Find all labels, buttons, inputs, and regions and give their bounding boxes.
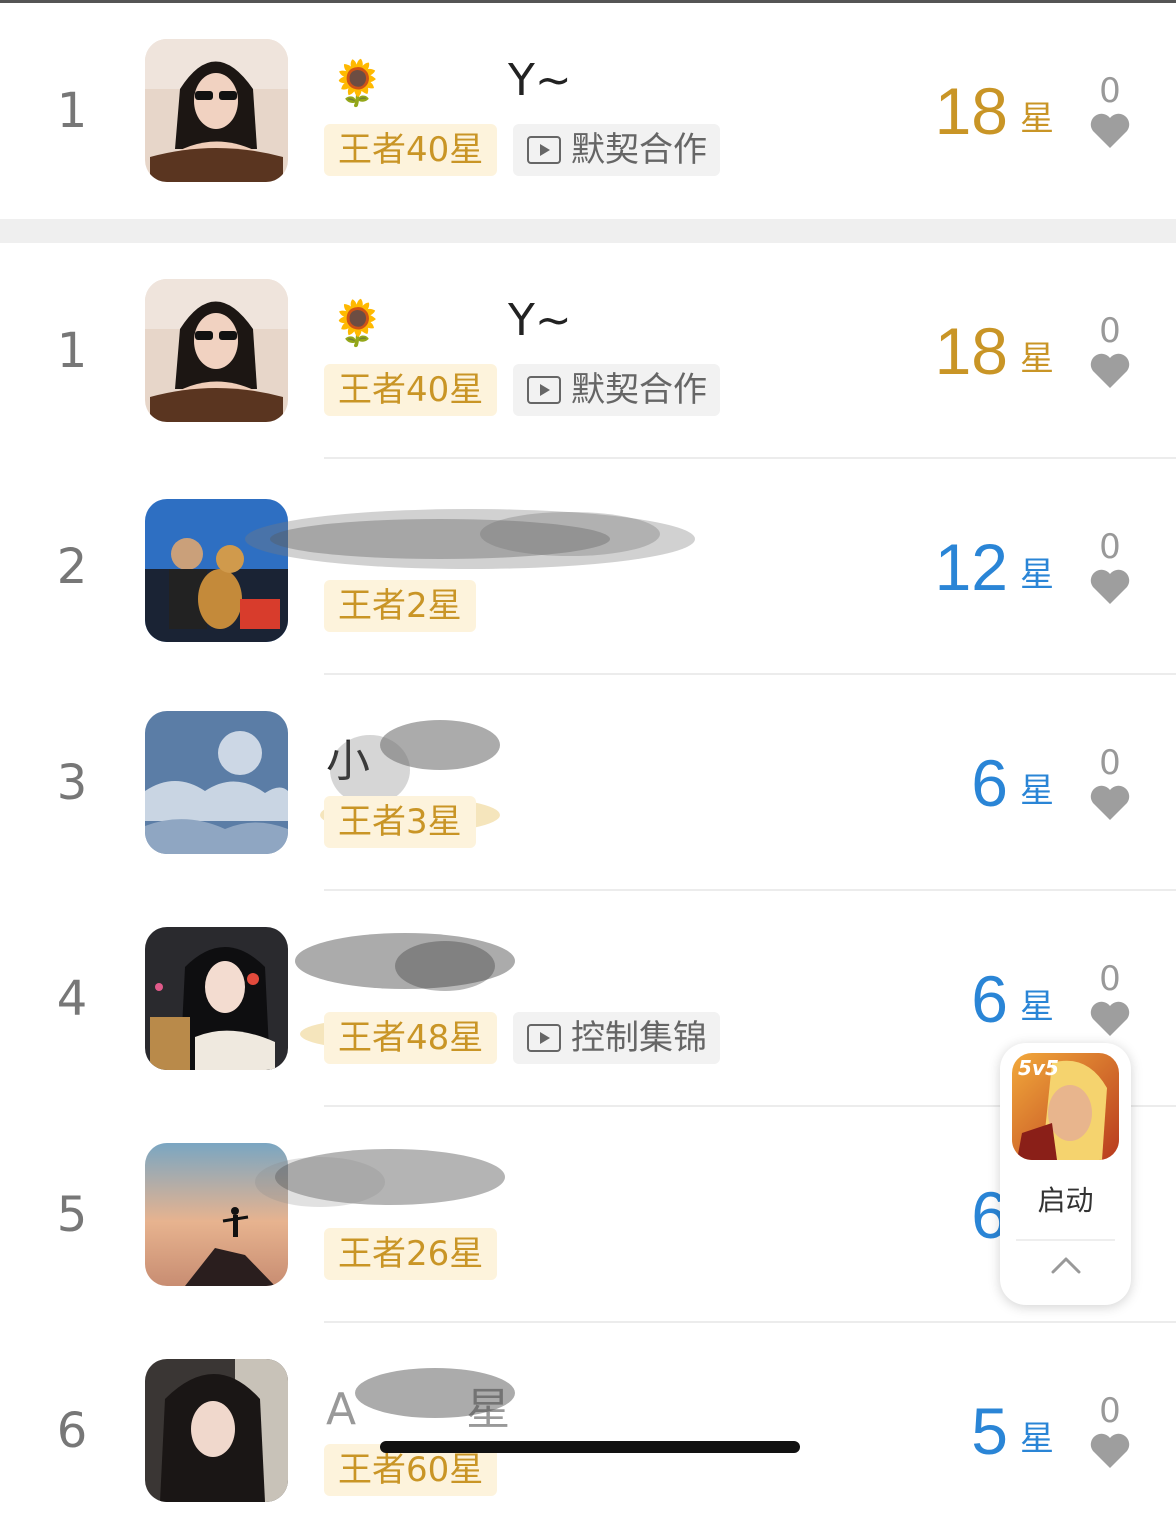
heart-icon[interactable] <box>1089 353 1131 389</box>
player-name: Y~ <box>508 295 572 346</box>
highlight-tag-label: 默契合作 <box>571 370 707 410</box>
star-score: 18 星 <box>935 313 1054 389</box>
rank-number: 5 <box>56 1187 88 1243</box>
rank-row[interactable]: 3 小 王者3星 6星 0 <box>0 675 1176 891</box>
like-count: 0 <box>1099 743 1121 783</box>
star-count: 18 <box>934 74 1008 148</box>
chevron-up-icon[interactable] <box>1050 1255 1082 1275</box>
video-play-icon <box>527 136 561 164</box>
rank-number: 4 <box>56 971 88 1027</box>
star-unit: 星 <box>1020 1419 1054 1459</box>
avatar[interactable] <box>145 499 288 642</box>
video-play-icon <box>527 1024 561 1052</box>
star-count: 6 <box>971 746 1008 820</box>
star-unit: 星 <box>1020 339 1054 379</box>
rank-number: 1 <box>56 323 88 379</box>
tier-badge: 王者40星 <box>324 364 498 416</box>
highlight-tag-label: 控制集锦 <box>571 1018 707 1058</box>
heart-icon[interactable] <box>1089 569 1131 605</box>
widget-divider <box>1016 1239 1115 1241</box>
star-score: 12 星 <box>935 529 1054 605</box>
tier-badge: 王者2星 <box>324 580 476 632</box>
star-count: 12 <box>934 530 1008 604</box>
rank-row[interactable]: 6 A星 王者60星 5星 0 <box>0 1323 1176 1539</box>
like-count: 0 <box>1099 527 1121 567</box>
star-count: 6 <box>971 962 1008 1036</box>
heart-icon[interactable] <box>1089 785 1131 821</box>
highlight-tag[interactable]: 控制集锦 <box>513 1012 720 1064</box>
like-control[interactable]: 0 <box>1082 311 1138 389</box>
like-count: 0 <box>1099 1391 1121 1431</box>
player-name: A星 <box>326 1384 511 1435</box>
star-unit: 星 <box>1020 555 1054 595</box>
like-control[interactable]: 0 <box>1082 743 1138 821</box>
star-score: 5星 <box>971 1393 1054 1469</box>
rank-row[interactable]: 2 王者2星 12 星 0 <box>0 459 1176 675</box>
game-launch-widget[interactable]: 5v5 启动 <box>1000 1043 1131 1305</box>
highlight-tag[interactable]: 默契合作 <box>513 124 720 176</box>
home-indicator[interactable] <box>380 1441 800 1453</box>
game-icon-badge: 5v5 <box>1018 1056 1059 1080</box>
star-unit: 星 <box>1020 99 1054 139</box>
section-gap <box>0 219 1176 243</box>
star-unit: 星 <box>1020 987 1054 1027</box>
heart-icon[interactable] <box>1089 113 1131 149</box>
star-count: 18 <box>934 314 1008 388</box>
avatar[interactable] <box>145 39 288 182</box>
redaction-smudge <box>255 1149 505 1207</box>
heart-icon[interactable] <box>1089 1433 1131 1469</box>
avatar[interactable] <box>145 1143 288 1286</box>
video-play-icon <box>527 376 561 404</box>
rank-row[interactable]: 1 🌻 Y~ 王者40星 默契合作 18 星 0 <box>0 243 1176 459</box>
tier-badge: 王者48星 <box>324 1012 498 1064</box>
like-control[interactable]: 0 <box>1082 959 1138 1037</box>
star-score: 18 星 <box>935 73 1054 149</box>
star-score: 6星 <box>971 745 1054 821</box>
rank-number: 2 <box>56 539 88 595</box>
like-control[interactable]: 0 <box>1082 1391 1138 1469</box>
tier-badge: 王者26星 <box>324 1228 498 1280</box>
heart-icon[interactable] <box>1089 1001 1131 1037</box>
highlight-tag[interactable]: 默契合作 <box>513 364 720 416</box>
rank-number: 6 <box>56 1403 88 1459</box>
avatar[interactable] <box>145 927 288 1070</box>
game-app-icon[interactable]: 5v5 <box>1012 1053 1119 1160</box>
name-emoji: 🌻 <box>330 58 385 109</box>
like-control[interactable]: 0 <box>1082 71 1138 149</box>
like-count: 0 <box>1099 311 1121 351</box>
star-count: 5 <box>971 1394 1008 1468</box>
redaction-smudge <box>245 509 695 569</box>
avatar[interactable] <box>145 279 288 422</box>
star-score: 6星 <box>971 961 1054 1037</box>
tier-badge: 王者40星 <box>324 124 498 176</box>
tier-badge: 王者3星 <box>324 796 476 848</box>
like-control[interactable]: 0 <box>1082 527 1138 605</box>
player-name: Y~ <box>508 55 572 106</box>
star-unit: 星 <box>1020 771 1054 811</box>
rank-number: 1 <box>56 83 88 139</box>
player-name: 小 <box>326 736 370 787</box>
launch-label[interactable]: 启动 <box>1000 1179 1131 1219</box>
pinned-rank-row[interactable]: 1 🌻 Y~ 王者40星 默契合作 18 星 0 <box>0 3 1176 219</box>
name-emoji: 🌻 <box>330 298 385 349</box>
like-count: 0 <box>1099 959 1121 999</box>
like-count: 0 <box>1099 71 1121 111</box>
avatar[interactable] <box>145 711 288 854</box>
highlight-tag-label: 默契合作 <box>571 130 707 170</box>
rank-number: 3 <box>56 755 88 811</box>
avatar[interactable] <box>145 1359 288 1502</box>
